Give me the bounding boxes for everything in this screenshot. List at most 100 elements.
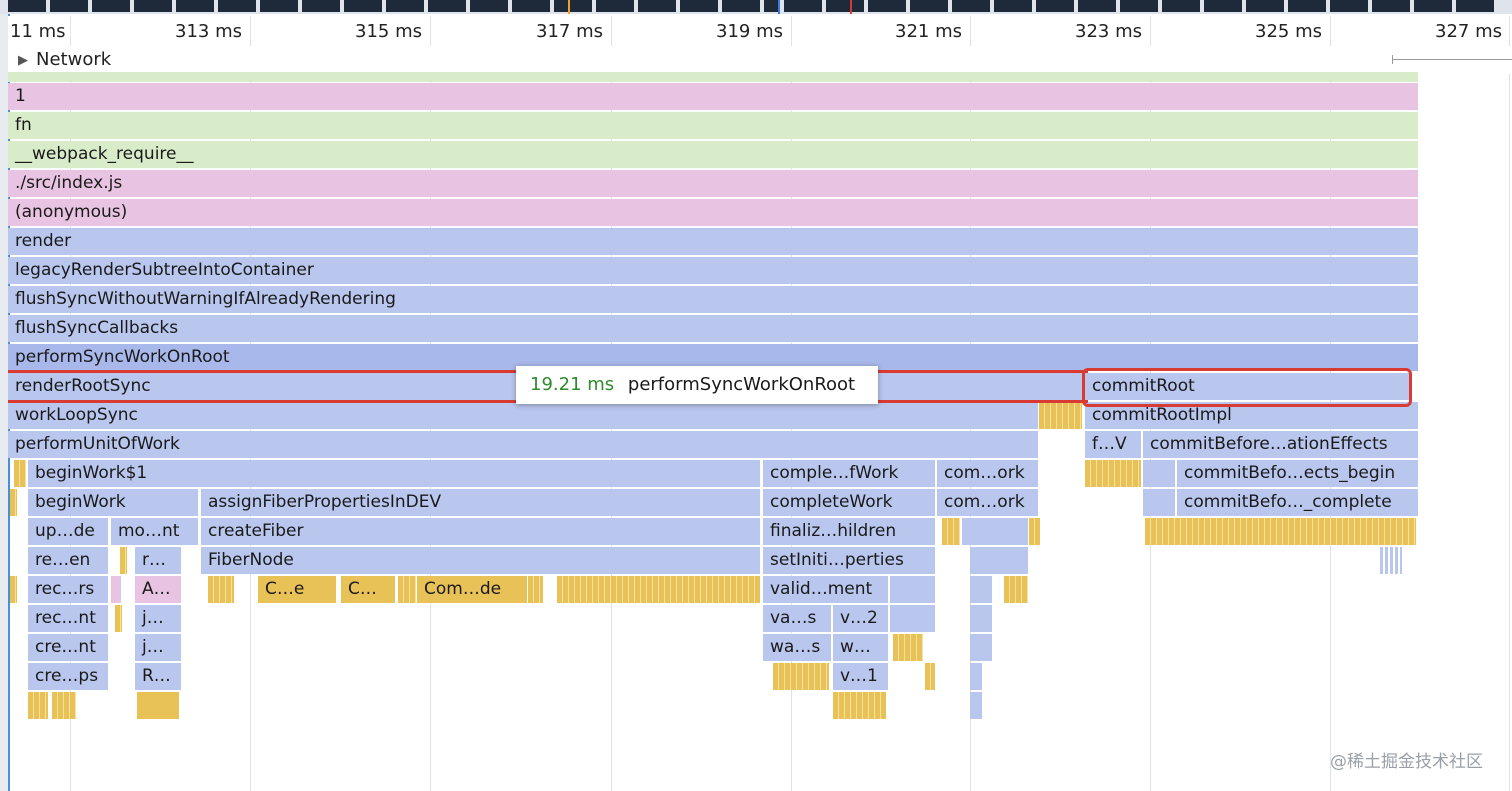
flame-frame[interactable]: cre…ps	[28, 663, 108, 690]
flame-frame-small[interactable]	[890, 605, 935, 632]
flame-frame[interactable]: createFiber	[201, 518, 760, 545]
flame-frame-small[interactable]	[137, 692, 179, 719]
flame-frame-small[interactable]	[557, 576, 760, 603]
expand-triangle-icon[interactable]: ▶	[18, 53, 28, 68]
flame-frame-small[interactable]	[208, 576, 234, 603]
flame-frame-small[interactable]	[1145, 518, 1416, 545]
flame-frame[interactable]: cre…nt	[28, 634, 108, 661]
flame-frame[interactable]: completeWork	[763, 489, 935, 516]
flame-frame[interactable]: workLoopSync	[8, 402, 1038, 429]
flame-frame-small[interactable]	[1004, 576, 1028, 603]
flame-frame[interactable]: A…	[135, 576, 181, 603]
flame-frame-small[interactable]	[52, 692, 76, 719]
overview-frame	[260, 0, 298, 12]
flame-frame[interactable]: v…2	[833, 605, 888, 632]
flame-frame-small[interactable]	[970, 576, 992, 603]
overview-frame	[826, 0, 864, 12]
flame-frame[interactable]: up…de	[28, 518, 108, 545]
overview-frame	[218, 0, 256, 12]
flame-frame-small[interactable]	[925, 663, 935, 690]
flame-frame[interactable]: rec…rs	[28, 576, 108, 603]
network-track-label[interactable]: Network	[36, 49, 111, 70]
flame-frame-small[interactable]	[1029, 518, 1040, 545]
flame-frame[interactable]: mo…nt	[111, 518, 198, 545]
flame-frame[interactable]: flushSyncCallbacks	[8, 315, 1418, 342]
flame-frame[interactable]: beginWork$1	[28, 460, 760, 487]
flame-frame[interactable]: comple…fWork	[763, 460, 935, 487]
flame-frame[interactable]: 1	[8, 83, 1418, 110]
flame-frame-small[interactable]	[890, 576, 935, 603]
overview-frame	[302, 0, 340, 12]
flame-frame[interactable]: C…	[341, 576, 395, 603]
flame-frame-small[interactable]	[970, 663, 982, 690]
flame-frame[interactable]: f…V	[1085, 431, 1141, 458]
flame-frame[interactable]: commitBefo…ects_begin	[1177, 460, 1418, 487]
overview-frame	[764, 0, 778, 12]
time-tick: 317 ms	[536, 21, 603, 42]
flame-frame-small[interactable]	[111, 576, 121, 603]
flame-frame[interactable]: commitBefore…ationEffects	[1143, 431, 1418, 458]
flame-frame-small[interactable]	[1143, 489, 1175, 516]
flame-frame-small[interactable]	[1143, 460, 1175, 487]
flame-frame[interactable]: fn	[8, 112, 1418, 139]
flame-frame[interactable]: setIniti…perties	[763, 547, 935, 574]
flame-frame-small[interactable]	[398, 576, 416, 603]
flame-frame-small[interactable]	[120, 547, 127, 574]
flame-frame-small[interactable]	[773, 663, 829, 690]
flame-frame[interactable]: w…	[833, 634, 888, 661]
flame-frame-small[interactable]	[942, 518, 960, 545]
flame-frame-small[interactable]	[1039, 402, 1082, 429]
flame-frame[interactable]: R…	[135, 663, 181, 690]
gridline	[1509, 16, 1510, 791]
flame-frame[interactable]: ./src/index.js	[8, 170, 1418, 197]
flame-frame-small[interactable]	[893, 634, 923, 661]
overview-marker	[568, 0, 570, 14]
flame-frame[interactable]: (anonymous)	[8, 199, 1418, 226]
flame-frame-small[interactable]	[970, 634, 992, 661]
flame-frame[interactable]: com…ork	[937, 460, 1038, 487]
network-request-bracket	[1392, 59, 1512, 60]
flame-frame[interactable]: rec…nt	[28, 605, 108, 632]
flame-frame[interactable]: performUnitOfWork	[8, 431, 1038, 458]
overview-frame	[1162, 0, 1200, 12]
flame-frame[interactable]: Com…de	[417, 576, 527, 603]
flame-frame-small[interactable]	[14, 460, 26, 487]
flame-frame[interactable]: re…en	[28, 547, 108, 574]
flame-frame[interactable]: valid…ment	[763, 576, 888, 603]
flame-frame[interactable]: __webpack_require__	[8, 141, 1418, 168]
flame-frame-small[interactable]	[1380, 547, 1402, 574]
overview-frame	[176, 0, 214, 12]
flame-frame[interactable]: j…	[135, 634, 181, 661]
network-track-header[interactable]	[8, 46, 1512, 74]
flame-frame[interactable]: flushSyncWithoutWarningIfAlreadyRenderin…	[8, 286, 1418, 313]
flame-frame[interactable]: legacyRenderSubtreeIntoContainer	[8, 257, 1418, 284]
flame-frame[interactable]: assignFiberPropertiesInDEV	[201, 489, 760, 516]
flame-frame[interactable]: FiberNode	[201, 547, 760, 574]
flame-frame-small[interactable]	[970, 692, 982, 719]
flame-frame-small[interactable]	[10, 489, 17, 516]
flame-frame[interactable]: finaliz…hildren	[763, 518, 935, 545]
flame-frame[interactable]: C…e	[258, 576, 336, 603]
flame-frame[interactable]: j…	[135, 605, 181, 632]
flame-frame-small[interactable]	[28, 692, 48, 719]
flame-frame-small[interactable]	[970, 605, 992, 632]
flame-frame[interactable]: com…ork	[937, 489, 1038, 516]
flame-frame[interactable]: va…s	[763, 605, 831, 632]
flame-frame-small[interactable]	[833, 692, 886, 719]
flame-frame[interactable]: render	[8, 228, 1418, 255]
flame-frame[interactable]: commitBefo…_complete	[1177, 489, 1418, 516]
flame-frame[interactable]: wa…s	[763, 634, 831, 661]
flame-frame-small[interactable]	[970, 547, 1028, 574]
overview-frame	[1204, 0, 1242, 12]
flame-frame-small[interactable]	[115, 605, 122, 632]
timeline-overview[interactable]	[0, 0, 1512, 14]
flame-frame-small[interactable]	[528, 576, 543, 603]
overview-frame	[1414, 0, 1452, 12]
flame-row-clipped[interactable]	[8, 72, 1418, 82]
flame-frame[interactable]: beginWork	[28, 489, 198, 516]
flame-frame[interactable]: r…	[135, 547, 181, 574]
flame-frame-small[interactable]	[10, 576, 17, 603]
flame-frame-small[interactable]	[962, 518, 1028, 545]
flame-frame[interactable]: v…1	[833, 663, 888, 690]
flame-frame-small[interactable]	[1085, 460, 1141, 487]
